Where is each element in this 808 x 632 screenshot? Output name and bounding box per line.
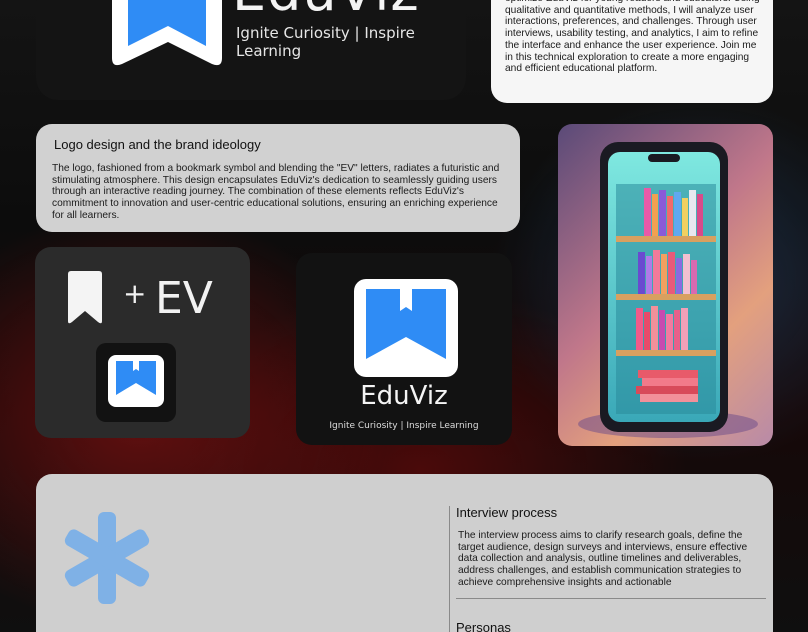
app-icon-tile [96,343,176,422]
personas-title: Personas [456,620,511,632]
hero-tagline: Ignite Curiosity | Inspire Learning [236,24,415,60]
research-process-panel: Interview process The interview process … [36,474,773,632]
phone-bookshelf-illustration [558,124,773,446]
interview-process-title: Interview process [456,505,558,520]
hero-wordmark: EduViz [232,0,420,23]
phone-bookshelf-icon [578,142,758,438]
logo-showcase-card: EduViz Ignite Curiosity | Inspire Learni… [296,253,512,445]
vertical-divider [449,506,450,632]
eduviz-bookmark-logo-icon [112,0,222,66]
plus-sign: + [123,277,147,310]
ev-letters: EV [155,273,213,324]
showcase-tagline: Ignite Curiosity | Inspire Learning [329,421,479,431]
research-intro-text: optimize EduViz for young readers and ed… [505,0,760,75]
asterisk-icon [64,512,150,604]
ideology-text: The logo, fashioned from a bookmark symb… [52,163,500,221]
logo-ideology-card: Logo design and the brand ideology The l… [36,124,520,232]
research-intro-card: optimize EduViz for young readers and ed… [491,0,773,103]
eduviz-app-icon [108,355,164,407]
eduviz-logo-icon [354,279,458,377]
hero-logo-banner: EduViz Ignite Curiosity | Inspire Learni… [36,0,466,100]
interview-process-text: The interview process aims to clarify re… [458,530,748,588]
section-divider [456,598,766,599]
ideology-title: Logo design and the brand ideology [54,137,261,152]
bookmark-icon [68,271,102,324]
logo-construction-card: + EV [35,247,250,438]
showcase-wordmark: EduViz [360,381,448,411]
